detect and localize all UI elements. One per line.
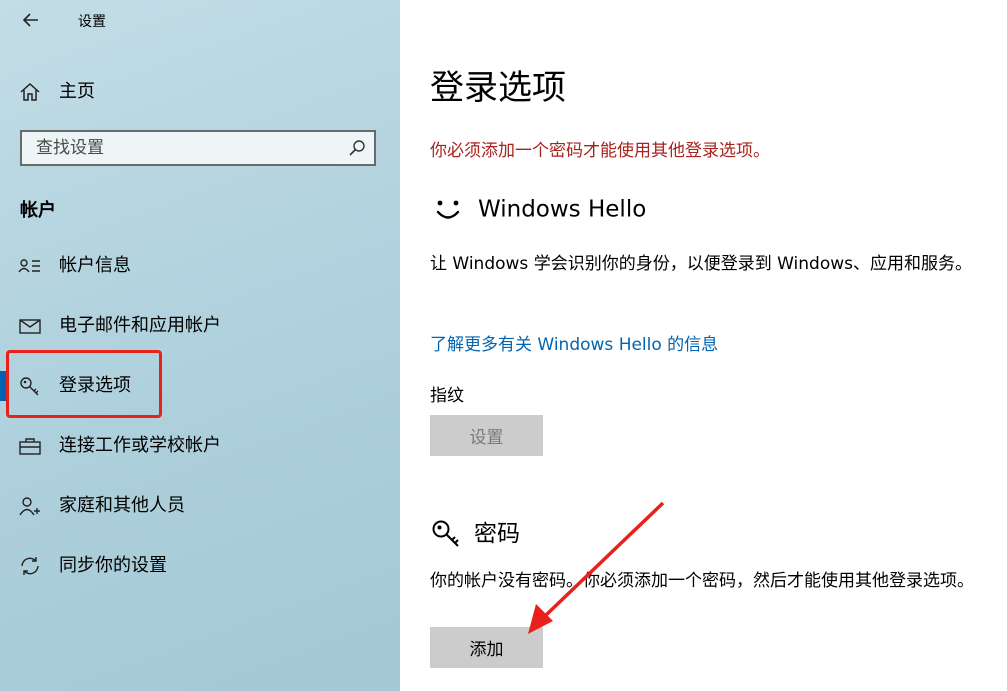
page-title: 登录选项 [430,68,566,108]
password-description: 你的帐户没有密码。你必须添加一个密码，然后才能使用其他登录选项。 [430,571,974,591]
sidebar: 设置 主页 帐户 帐户信息 电子邮件和应用帐户 [0,0,400,691]
search-icon[interactable] [348,139,366,157]
windows-hello-header: Windows Hello [430,194,646,225]
sidebar-item-label: 主页 [59,81,95,102]
window-title: 设置 [78,14,106,30]
section-header: 帐户 [20,200,56,221]
sidebar-item-email-accounts[interactable]: 电子邮件和应用帐户 [0,306,400,346]
person-add-icon [19,497,40,516]
sidebar-item-account-info[interactable]: 帐户信息 [0,246,400,286]
sidebar-item-label: 电子邮件和应用帐户 [59,315,221,336]
sidebar-item-label: 家庭和其他人员 [59,495,185,516]
sidebar-item-home[interactable]: 主页 [0,72,400,112]
sidebar-item-label: 连接工作或学校帐户 [59,435,221,456]
sidebar-item-sync[interactable]: 同步你的设置 [0,546,400,586]
fingerprint-label: 指纹 [430,386,464,406]
sidebar-item-work-school[interactable]: 连接工作或学校帐户 [0,426,400,466]
sidebar-item-label: 帐户信息 [59,255,131,276]
mail-icon [19,319,41,334]
password-header: 密码 [430,518,520,550]
annotation-highlight-box [6,350,162,418]
briefcase-icon [19,438,41,455]
sync-icon [21,557,39,575]
search-input[interactable] [22,132,336,164]
back-button[interactable] [18,6,48,34]
sidebar-item-family[interactable]: 家庭和其他人员 [0,486,400,526]
back-arrow-icon [22,13,38,27]
search-box[interactable] [20,130,376,166]
sidebar-item-label: 同步你的设置 [59,555,167,576]
main-content: 登录选项 你必须添加一个密码才能使用其他登录选项。 Windows Hello … [400,0,1007,691]
add-password-button[interactable]: 添加 [430,627,543,668]
password-title: 密码 [474,521,520,547]
home-icon [20,82,40,101]
warning-message: 你必须添加一个密码才能使用其他登录选项。 [430,141,770,161]
fingerprint-setup-button[interactable]: 设置 [430,415,543,456]
learn-more-link[interactable]: 了解更多有关 Windows Hello 的信息 [430,330,718,355]
windows-hello-description: 让 Windows 学会识别你的身份，以便登录到 Windows、应用和服务。 [430,254,972,274]
windows-hello-title: Windows Hello [478,196,647,223]
smiley-icon [436,200,460,219]
person-list-icon [18,259,40,273]
key-icon [432,520,459,547]
